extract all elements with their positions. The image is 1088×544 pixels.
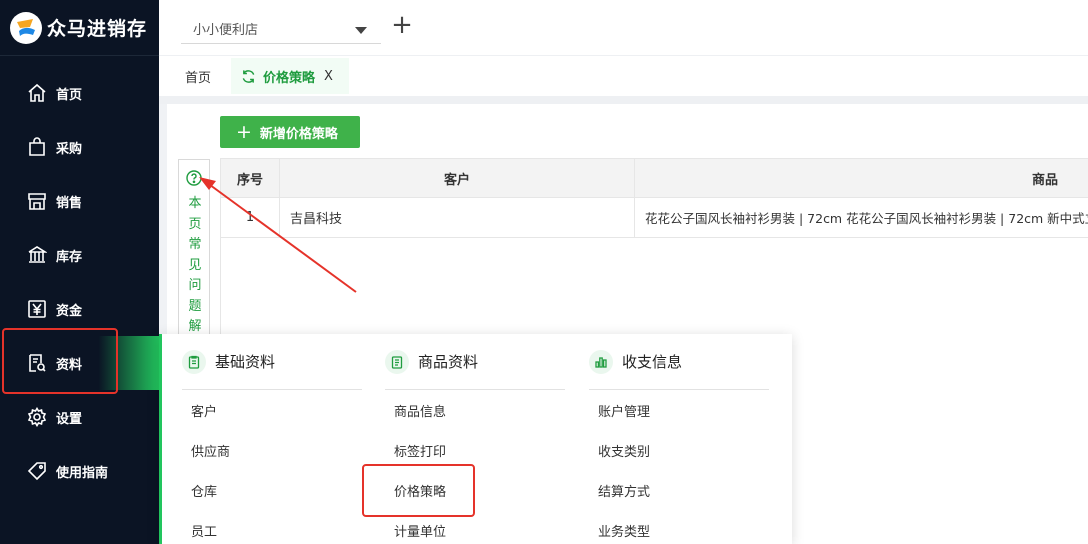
tab-home[interactable]: 首页 — [185, 67, 211, 86]
menu-item-product-info[interactable]: 商品信息 — [385, 390, 565, 430]
menu-column-header: 基础资料 — [182, 334, 362, 390]
sidebar: 众马进销存 首页 采购 销售 库存 资金 资料 设置 使用指南 — [0, 0, 159, 544]
warehouse-icon — [28, 246, 47, 263]
menu-column-finance: 收支信息 账户管理 收支类别 结算方式 业务类型 — [589, 334, 769, 544]
store-select[interactable]: 小小便利店 — [181, 14, 381, 44]
gear-icon — [27, 407, 47, 427]
menu-item-price-strategy[interactable]: 价格策略 — [385, 470, 565, 510]
help-panel[interactable]: 本页常见问题解 — [178, 159, 210, 344]
menu-column-product: 商品资料 商品信息 标签打印 价格策略 计量单位 — [385, 334, 565, 544]
tag-icon — [27, 462, 46, 481]
clipboard-icon-wrap — [182, 349, 206, 374]
menu-column-header: 商品资料 — [385, 334, 565, 390]
add-store-button[interactable]: + — [389, 12, 415, 39]
add-button-label: 新增价格策略 — [259, 126, 338, 142]
help-text[interactable]: 本页常见问题解 — [187, 194, 203, 338]
yuan-icon — [28, 300, 46, 318]
sidebar-item-label: 库存 — [56, 249, 83, 265]
menu-item-business-type[interactable]: 业务类型 — [589, 510, 769, 544]
caret-down-icon — [355, 27, 367, 34]
brand-logo[interactable]: 众马进销存 — [0, 0, 159, 56]
content-divider — [159, 96, 1088, 104]
list-icon-wrap — [385, 349, 409, 374]
table-body-empty — [220, 238, 280, 338]
menu-column-title: 收支信息 — [622, 353, 683, 371]
bar-chart-icon-wrap — [589, 349, 613, 374]
sidebar-item-sales[interactable]: 销售 — [0, 174, 159, 228]
sidebar-item-funds[interactable]: 资金 — [0, 282, 159, 336]
logo-icon — [10, 11, 42, 44]
menu-item-settlement[interactable]: 结算方式 — [589, 470, 769, 510]
refresh-icon[interactable] — [241, 69, 256, 84]
sidebar-item-label: 销售 — [56, 195, 83, 211]
sidebar-item-home[interactable]: 首页 — [0, 66, 159, 120]
table-row[interactable]: 1 吉昌科技 花花公子国风长袖衬衫男装 | 72cm 花花公子国风长袖衬衫男装 … — [220, 198, 1088, 238]
bar-chart-icon — [595, 356, 607, 368]
storefront-icon — [28, 193, 46, 210]
list-icon — [391, 355, 403, 369]
plus-icon: + — [236, 120, 252, 143]
price-strategy-table: 序号 客户 商品 1 吉昌科技 花花公子国风长袖衬衫男装 | 72cm 花花公子… — [220, 158, 1088, 338]
data-menu-dropdown: 基础资料 客户 供应商 仓库 员工 商品资料 商品信息 标签打印 价格策略 计量… — [159, 334, 792, 544]
menu-item-unit[interactable]: 计量单位 — [385, 510, 565, 544]
menu-column-title: 基础资料 — [215, 353, 276, 371]
menu-item-label-print[interactable]: 标签打印 — [385, 430, 565, 470]
tab-price-strategy[interactable]: 价格策略 X — [231, 58, 349, 94]
menu-column-header: 收支信息 — [589, 334, 769, 390]
document-icon — [29, 354, 46, 372]
table-header: 序号 客户 商品 — [220, 158, 1088, 198]
sidebar-item-label: 采购 — [56, 141, 83, 157]
top-bar: 小小便利店 + — [159, 0, 1088, 56]
menu-item-customer[interactable]: 客户 — [182, 390, 362, 430]
clipboard-icon — [188, 355, 200, 369]
menu-item-category[interactable]: 收支类别 — [589, 430, 769, 470]
column-header-customer: 客户 — [280, 159, 635, 197]
close-icon[interactable]: X — [324, 69, 333, 84]
sidebar-item-data[interactable]: 资料 — [0, 336, 159, 390]
store-select-value: 小小便利店 — [193, 23, 259, 38]
menu-column-title: 商品资料 — [418, 353, 479, 371]
sidebar-item-settings[interactable]: 设置 — [0, 390, 159, 444]
menu-column-basic: 基础资料 客户 供应商 仓库 员工 — [182, 334, 362, 544]
sidebar-item-inventory[interactable]: 库存 — [0, 228, 159, 282]
brand-name: 众马进销存 — [47, 18, 148, 40]
tab-bar: 首页 价格策略 X — [159, 56, 1088, 96]
sidebar-item-purchase[interactable]: 采购 — [0, 120, 159, 174]
sidebar-item-label: 设置 — [56, 411, 83, 427]
cell-index: 1 — [220, 198, 280, 237]
shopping-bag-icon — [29, 137, 45, 156]
sidebar-item-guide[interactable]: 使用指南 — [0, 444, 159, 498]
sidebar-item-label: 首页 — [56, 87, 83, 103]
tab-label: 价格策略 — [263, 70, 316, 86]
column-header-product: 商品 — [1032, 172, 1059, 188]
question-circle-icon[interactable] — [186, 170, 202, 186]
cell-customer: 吉昌科技 — [280, 198, 635, 237]
cell-product: 花花公子国风长袖衬衫男装 | 72cm 花花公子国风长袖衬衫男装 | 72cm … — [645, 211, 1088, 226]
menu-item-supplier[interactable]: 供应商 — [182, 430, 362, 470]
menu-item-employee[interactable]: 员工 — [182, 510, 362, 544]
column-header-index: 序号 — [220, 159, 280, 197]
home-icon — [28, 83, 46, 102]
menu-item-warehouse[interactable]: 仓库 — [182, 470, 362, 510]
menu-item-account[interactable]: 账户管理 — [589, 390, 769, 430]
sidebar-item-label: 资料 — [56, 357, 83, 373]
sidebar-item-label: 使用指南 — [56, 465, 109, 481]
sidebar-item-label: 资金 — [56, 303, 83, 319]
add-price-strategy-button[interactable]: + 新增价格策略 — [220, 116, 360, 148]
